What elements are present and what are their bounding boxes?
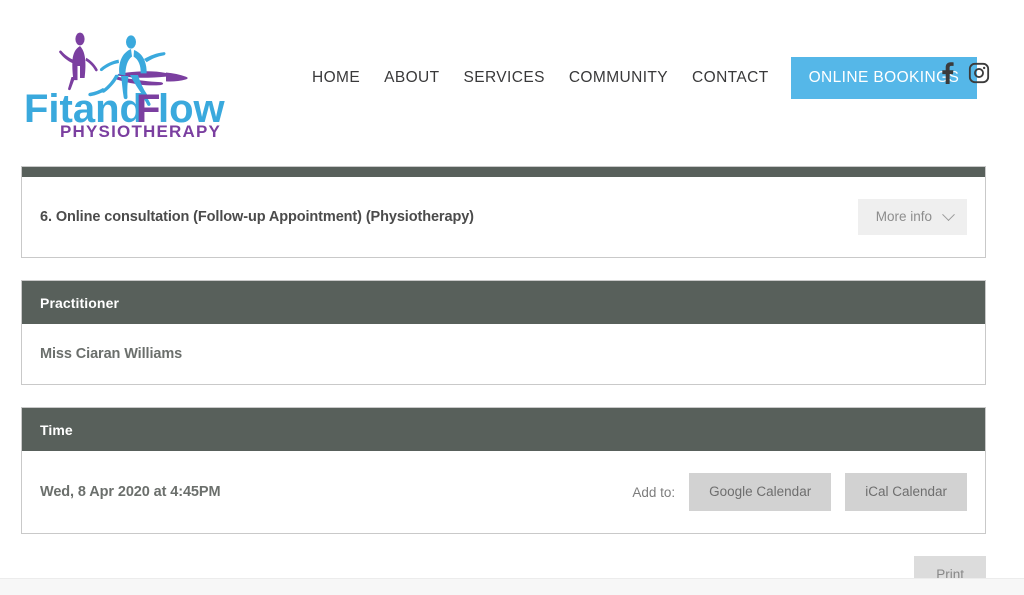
page-root: Fitand F low PHYSIOTHERAPY HOME ABOUT SE… xyxy=(0,0,1024,595)
chevron-down-icon xyxy=(942,208,955,221)
appointment-title: 6. Online consultation (Follow-up Appoin… xyxy=(40,209,474,225)
nav-item-about[interactable]: ABOUT xyxy=(372,56,451,100)
logo-artwork: Fitand F low PHYSIOTHERAPY xyxy=(18,16,250,138)
main-navigation: HOME ABOUT SERVICES COMMUNITY CONTACT ON… xyxy=(300,56,977,100)
google-calendar-button[interactable]: Google Calendar xyxy=(689,473,831,511)
time-card-body: Wed, 8 Apr 2020 at 4:45PM Add to: Google… xyxy=(22,451,985,533)
practitioner-name: Miss Ciaran Williams xyxy=(40,346,182,362)
add-to-label: Add to: xyxy=(632,485,675,500)
site-header: Fitand F low PHYSIOTHERAPY HOME ABOUT SE… xyxy=(0,0,1024,156)
facebook-icon[interactable] xyxy=(941,62,954,84)
nav-item-community[interactable]: COMMUNITY xyxy=(557,56,680,100)
social-links xyxy=(941,62,990,84)
appointment-card-body: 6. Online consultation (Follow-up Appoin… xyxy=(22,177,985,257)
more-info-button[interactable]: More info xyxy=(858,199,967,235)
more-info-label: More info xyxy=(876,209,932,225)
ical-calendar-button[interactable]: iCal Calendar xyxy=(845,473,967,511)
practitioner-card: Practitioner Miss Ciaran Williams xyxy=(21,280,986,385)
appointment-card: 6. Online consultation (Follow-up Appoin… xyxy=(21,166,986,258)
site-logo[interactable]: Fitand F low PHYSIOTHERAPY xyxy=(18,16,250,138)
appointment-datetime: Wed, 8 Apr 2020 at 4:45PM xyxy=(40,484,220,500)
footer-strip xyxy=(0,579,1024,595)
time-heading: Time xyxy=(22,408,985,451)
nav-item-contact[interactable]: CONTACT xyxy=(680,56,781,100)
nav-item-services[interactable]: SERVICES xyxy=(452,56,557,100)
logo-wordmark-physiotherapy: PHYSIOTHERAPY xyxy=(60,122,221,138)
instagram-icon[interactable] xyxy=(968,62,990,84)
add-to-calendar-group: Add to: Google Calendar iCal Calendar xyxy=(632,473,967,511)
appointment-card-strip xyxy=(22,167,985,177)
practitioner-heading: Practitioner xyxy=(22,281,985,324)
nav-item-home[interactable]: HOME xyxy=(300,56,372,100)
practitioner-card-body: Miss Ciaran Williams xyxy=(22,324,985,384)
time-card: Time Wed, 8 Apr 2020 at 4:45PM Add to: G… xyxy=(21,407,986,534)
booking-summary: 6. Online consultation (Follow-up Appoin… xyxy=(21,166,986,595)
